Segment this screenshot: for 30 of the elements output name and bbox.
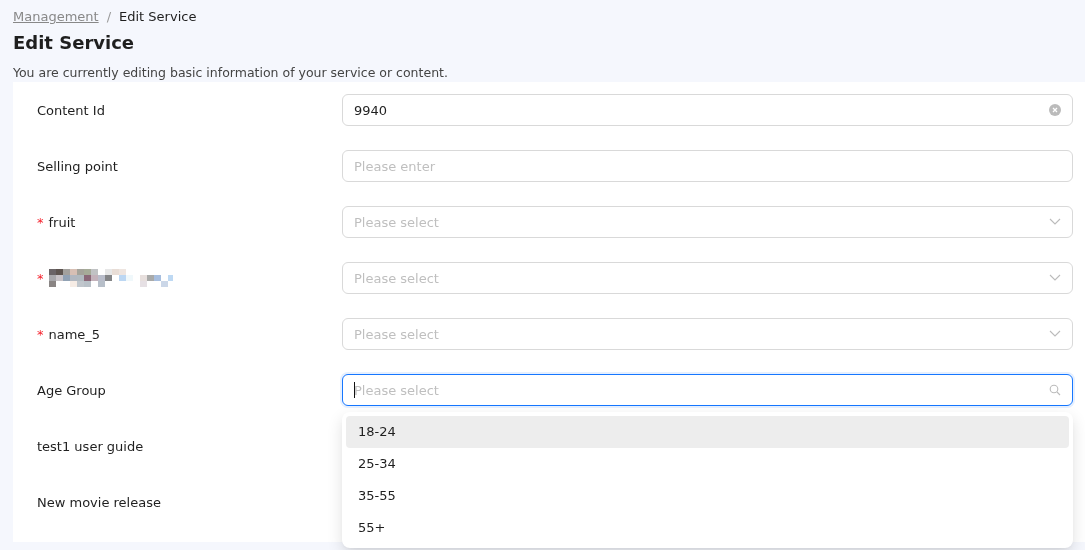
select-field[interactable]: Please select [342, 206, 1073, 238]
chevron-down-icon [1049, 330, 1061, 338]
input-field[interactable]: 9940 [342, 94, 1073, 126]
page-description: You are currently editing basic information of your service or content. [13, 65, 449, 82]
chevron-down-icon [1049, 274, 1061, 282]
breadcrumb-link[interactable]: Management [13, 8, 99, 24]
breadcrumb-current: Edit Service [119, 8, 197, 24]
required-mark: * [37, 214, 44, 230]
field-label: name_5 [48, 326, 101, 342]
dropdown-option[interactable]: 25-34 [346, 448, 1069, 480]
required-mark: * [37, 326, 44, 342]
search-icon [1049, 384, 1061, 396]
select-field[interactable]: Please select [342, 262, 1073, 294]
clear-icon[interactable] [1049, 104, 1061, 116]
search-select-field[interactable]: Please select [342, 374, 1073, 406]
input-field[interactable]: Please enter [342, 150, 1073, 182]
dropdown-option[interactable]: 35-55 [346, 480, 1069, 512]
chevron-down-icon [1049, 218, 1061, 226]
field-label: Selling point [37, 158, 118, 174]
field-label: New movie release [37, 494, 161, 510]
field-label: Age Group [37, 382, 106, 398]
dropdown-option[interactable]: 55+ [346, 512, 1069, 544]
breadcrumb-separator: / [106, 8, 112, 24]
page-title: Edit Service [13, 32, 136, 53]
field-label: Content Id [37, 102, 105, 118]
dropdown-option[interactable]: 18-24 [346, 416, 1069, 448]
required-mark: * [37, 270, 44, 286]
field-label: fruit [48, 214, 76, 230]
select-field[interactable]: Please select [342, 318, 1073, 350]
field-label: test1 user guide [37, 438, 144, 454]
